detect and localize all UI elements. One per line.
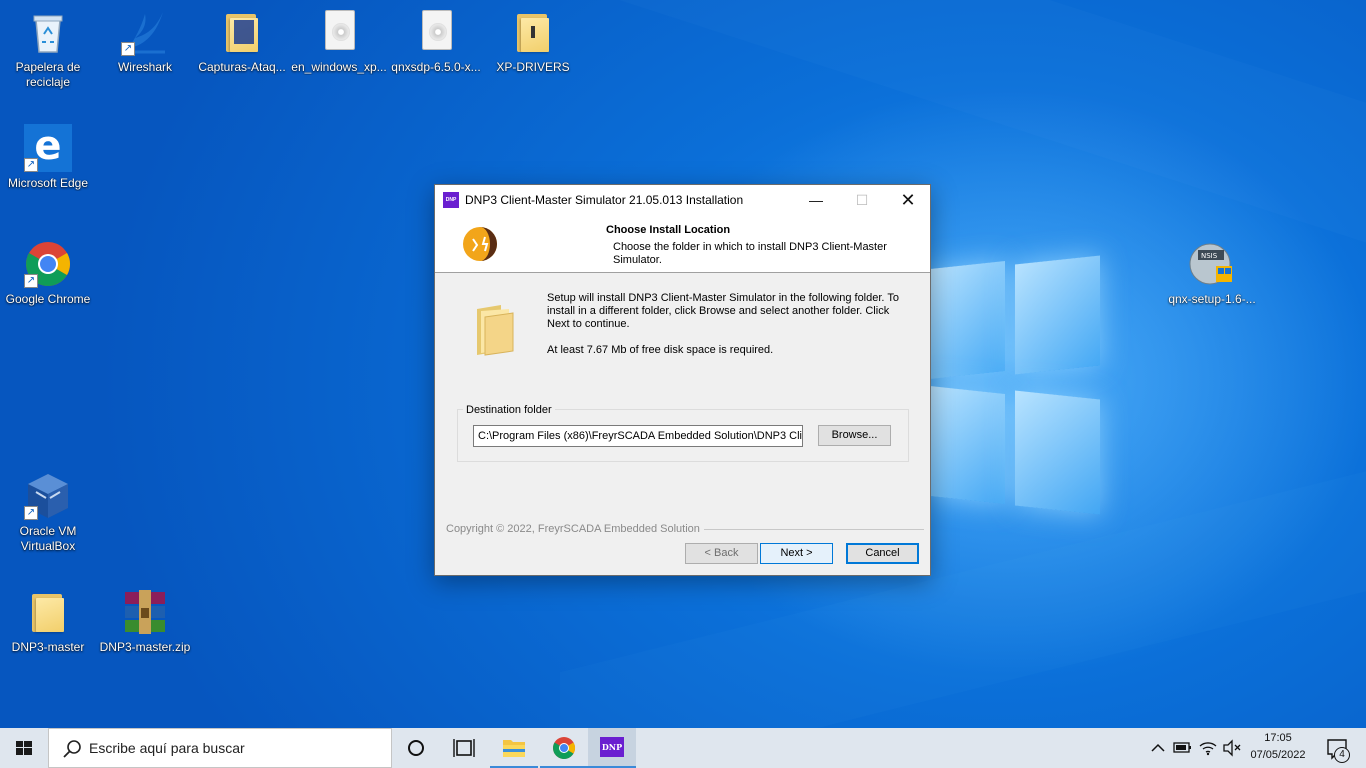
search-placeholder: Escribe aquí para buscar xyxy=(89,740,245,756)
network-button[interactable] xyxy=(1196,728,1220,768)
windows-start-icon xyxy=(16,741,32,755)
notification-count-badge: 4 xyxy=(1334,747,1350,763)
desktop-icon-recycle-bin[interactable]: Papelera de reciclaje xyxy=(0,8,96,90)
desktop-icon-microsoft-edge[interactable]: e ↗ Microsoft Edge xyxy=(0,124,96,191)
zip-folder-icon xyxy=(509,8,557,56)
desktop-icon-label: Google Chrome xyxy=(5,292,91,306)
desktop-icon-dnp3-master-zip[interactable]: DNP3-master.zip xyxy=(97,588,193,655)
desktop-icon-label: Oracle VM VirtualBox xyxy=(19,524,77,553)
chrome-icon xyxy=(553,737,575,759)
desktop-icon-label: qnx-setup-1.6-... xyxy=(1168,292,1256,306)
app-icon: DNP xyxy=(443,192,459,208)
disk-space-text: At least 7.67 Mb of free disk space is r… xyxy=(547,344,774,356)
search-box[interactable]: Escribe aquí para buscar xyxy=(48,728,392,768)
file-explorer-icon xyxy=(503,740,525,757)
wifi-icon xyxy=(1199,742,1217,756)
desktop-icon-wireshark[interactable]: ↗ Wireshark xyxy=(97,8,193,75)
folder-icon xyxy=(24,588,72,636)
disc-image-icon xyxy=(412,8,460,56)
chrome-taskbar-button[interactable] xyxy=(540,728,588,768)
dialog-header: Choose Install Location Choose the folde… xyxy=(435,215,930,273)
desktop-icon-label: Papelera de reciclaje xyxy=(15,60,81,89)
recycle-bin-icon xyxy=(24,8,72,56)
next-button[interactable]: Next > xyxy=(760,543,833,564)
task-view-icon xyxy=(453,739,475,757)
edge-icon: e ↗ xyxy=(24,124,72,172)
maximize-icon: ☐ xyxy=(855,192,869,208)
page-subtitle: Choose the folder in which to install DN… xyxy=(613,241,887,266)
windows-logo xyxy=(930,255,1100,515)
open-folder-icon xyxy=(471,303,517,357)
desktop-icon-xp-drivers[interactable]: XP-DRIVERS xyxy=(485,8,581,75)
close-button[interactable]: ✕ xyxy=(885,185,931,215)
dnp3-taskbar-button[interactable]: DNP xyxy=(588,728,636,768)
title-bar[interactable]: DNP DNP3 Client-Master Simulator 21.05.0… xyxy=(435,185,930,215)
clock-date[interactable]: 07/05/2022 xyxy=(1246,749,1310,761)
desktop-icon-label: Capturas-Ataq... xyxy=(198,60,286,74)
minimize-icon: — xyxy=(809,192,823,208)
folder-icon xyxy=(218,8,266,56)
browse-button[interactable]: Browse... xyxy=(818,425,891,446)
shortcut-arrow-icon: ↗ xyxy=(121,42,135,56)
desktop-icon-label: DNP3-master xyxy=(11,640,85,654)
battery-button[interactable] xyxy=(1170,728,1194,768)
shortcut-arrow-icon: ↗ xyxy=(24,506,38,520)
close-icon: ✕ xyxy=(900,190,916,210)
file-explorer-button[interactable] xyxy=(490,728,538,768)
back-button[interactable]: < Back xyxy=(685,543,758,564)
chevron-up-icon xyxy=(1151,743,1165,752)
desktop-icon-windows-xp-iso[interactable]: en_windows_xp... xyxy=(291,8,387,75)
action-center-button[interactable]: 4 xyxy=(1316,728,1366,768)
battery-icon xyxy=(1173,742,1191,753)
start-button[interactable] xyxy=(0,728,48,768)
desktop-icon-capturas-folder[interactable]: Capturas-Ataq... xyxy=(194,8,290,75)
desktop-icon-label: DNP3-master.zip xyxy=(99,640,191,654)
desktop-icon-qnxsdp-iso[interactable]: qnxsdp-6.5.0-x... xyxy=(388,8,484,75)
volume-muted-icon xyxy=(1223,739,1241,757)
destination-path-input[interactable]: C:\Program Files (x86)\FreyrSCADA Embedd… xyxy=(473,425,803,447)
installer-icon: NSIS xyxy=(1188,240,1236,288)
shortcut-arrow-icon: ↗ xyxy=(24,158,38,172)
window-title: DNP3 Client-Master Simulator 21.05.013 I… xyxy=(465,193,744,207)
page-title: Choose Install Location xyxy=(606,224,731,236)
desktop-icon-virtualbox[interactable]: ↗ Oracle VM VirtualBox xyxy=(0,472,96,554)
wireshark-icon: ↗ xyxy=(121,8,169,56)
destination-folder-label: Destination folder xyxy=(463,404,555,416)
desktop-icon-label: Wireshark xyxy=(117,60,172,74)
minimize-button[interactable]: — xyxy=(793,185,839,215)
desktop-icon-label: Microsoft Edge xyxy=(7,176,89,190)
winrar-archive-icon xyxy=(121,588,169,636)
task-view-button[interactable] xyxy=(440,728,488,768)
search-icon xyxy=(63,740,81,758)
dnp3-app-icon: DNP xyxy=(600,737,624,757)
virtualbox-icon: ↗ xyxy=(24,472,72,520)
installer-dialog: DNP DNP3 Client-Master Simulator 21.05.0… xyxy=(434,184,931,576)
chrome-icon: ↗ xyxy=(24,240,72,288)
volume-button[interactable] xyxy=(1220,728,1244,768)
desktop-icon-label: XP-DRIVERS xyxy=(496,60,570,74)
cortana-button[interactable] xyxy=(392,728,440,768)
desktop-icon-google-chrome[interactable]: ↗ Google Chrome xyxy=(0,240,96,307)
desktop-icon-label: en_windows_xp... xyxy=(291,60,387,74)
freyrscada-logo-icon xyxy=(461,225,499,263)
copyright-text: Copyright © 2022, FreyrSCADA Embedded So… xyxy=(446,523,704,535)
cancel-button[interactable]: Cancel xyxy=(846,543,919,564)
desktop-icon-qnx-setup[interactable]: NSIS qnx-setup-1.6-... xyxy=(1164,240,1260,307)
maximize-button: ☐ xyxy=(839,185,885,215)
cortana-icon xyxy=(408,740,424,756)
show-hidden-icons-button[interactable] xyxy=(1146,728,1170,768)
instructions-text: Setup will install DNP3 Client-Master Si… xyxy=(547,292,899,330)
shortcut-arrow-icon: ↗ xyxy=(24,274,38,288)
clock-time[interactable]: 17:05 xyxy=(1246,732,1310,744)
desktop-icon-dnp3-master-folder[interactable]: DNP3-master xyxy=(0,588,96,655)
disc-image-icon xyxy=(315,8,363,56)
taskbar: Escribe aquí para buscar DNP 17:05 07/05… xyxy=(0,728,1366,768)
desktop-icon-label: qnxsdp-6.5.0-x... xyxy=(391,60,481,74)
svg-text:NSIS: NSIS xyxy=(1201,252,1218,260)
